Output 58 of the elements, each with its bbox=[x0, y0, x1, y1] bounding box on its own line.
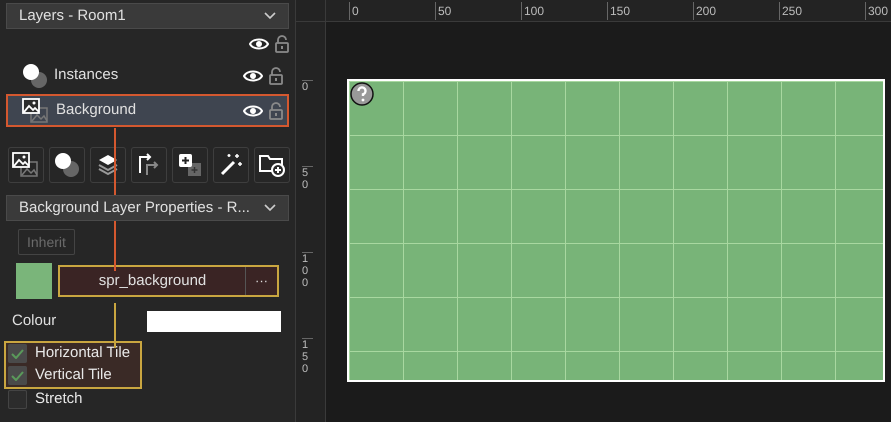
question-mark-icon bbox=[350, 82, 374, 106]
checkbox[interactable] bbox=[8, 390, 27, 409]
add-tile-icon bbox=[178, 153, 202, 177]
chevron-down-icon[interactable] bbox=[264, 12, 276, 20]
panel-header[interactable]: Layers - Room1 bbox=[6, 3, 289, 29]
checkbox-label: Stretch bbox=[35, 389, 83, 410]
image-icon bbox=[12, 152, 40, 178]
layer-name: Instances bbox=[54, 65, 120, 86]
sprite-field[interactable]: spr_background ··· bbox=[58, 265, 279, 297]
tool-button[interactable] bbox=[131, 147, 167, 183]
tool-button[interactable] bbox=[172, 147, 208, 183]
unlocked-padlock-icon[interactable] bbox=[275, 35, 289, 53]
tool-button[interactable] bbox=[90, 147, 126, 183]
layer-row[interactable]: Background bbox=[6, 94, 289, 127]
tool-button[interactable] bbox=[213, 147, 249, 183]
unlocked-padlock-icon[interactable] bbox=[269, 66, 283, 84]
ruler-label: 150 bbox=[302, 338, 313, 376]
stacked-layers-icon bbox=[96, 153, 120, 177]
checkmark-icon bbox=[11, 348, 24, 358]
panel-title: Layers - Room1 bbox=[19, 6, 126, 26]
tool-button[interactable] bbox=[8, 147, 44, 183]
colour-swatch[interactable] bbox=[147, 310, 281, 332]
eye-icon[interactable] bbox=[243, 104, 263, 118]
panel-title: Background Layer Properties - R... bbox=[19, 198, 250, 218]
checkmark-icon bbox=[11, 370, 24, 380]
eye-icon[interactable] bbox=[243, 68, 263, 82]
path-arrows-icon bbox=[137, 153, 161, 177]
ruler-label: 50 bbox=[302, 166, 313, 192]
ruler-label: 300 bbox=[865, 2, 888, 20]
checkbox-label: Vertical Tile bbox=[35, 365, 112, 386]
colour-label: Colour bbox=[12, 311, 56, 331]
magic-wand-icon bbox=[219, 153, 243, 177]
eye-icon[interactable] bbox=[249, 37, 269, 51]
ruler-label: 50 bbox=[435, 2, 452, 20]
circles-icon bbox=[22, 62, 48, 88]
layer-name: Background bbox=[56, 100, 138, 120]
ruler-label: 0 bbox=[302, 80, 313, 94]
unlocked-padlock-icon[interactable] bbox=[269, 102, 283, 120]
sprite-name: spr_background bbox=[98, 270, 208, 291]
chevron-down-icon[interactable] bbox=[264, 204, 276, 212]
ruler-label: 100 bbox=[302, 252, 313, 290]
sprite-thumbnail bbox=[16, 263, 52, 299]
circles-icon bbox=[54, 152, 80, 178]
browse-button[interactable]: ··· bbox=[245, 267, 277, 295]
image-icon bbox=[22, 98, 50, 124]
tool-button[interactable] bbox=[49, 147, 85, 183]
ruler-label: 250 bbox=[779, 2, 802, 20]
tool-button[interactable] bbox=[254, 147, 290, 183]
ruler-label: 100 bbox=[521, 2, 544, 20]
layer-row[interactable]: Instances bbox=[6, 59, 289, 92]
ruler-label: 150 bbox=[607, 2, 630, 20]
panel-header[interactable]: Background Layer Properties - R... bbox=[6, 195, 289, 221]
ruler-label: 200 bbox=[693, 2, 716, 20]
checkbox[interactable] bbox=[8, 366, 27, 385]
ruler-label: 0 bbox=[349, 2, 359, 20]
checkbox-label: Horizontal Tile bbox=[35, 343, 130, 364]
checkbox[interactable] bbox=[8, 344, 27, 363]
add-folder-icon bbox=[258, 152, 286, 178]
